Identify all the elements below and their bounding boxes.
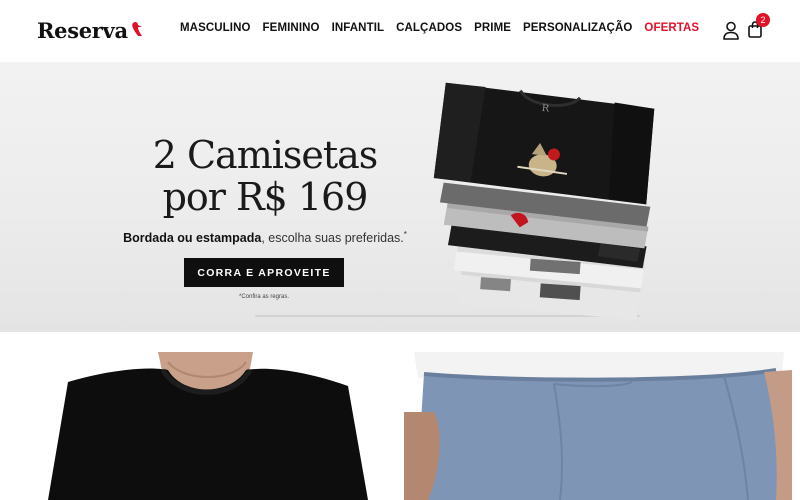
hero-title-line1: 2 Camisetas (152, 133, 379, 177)
tile-jeans-model[interactable] (404, 352, 792, 500)
nav-item-prime[interactable]: PRIME (474, 22, 511, 34)
nav-item-infantil[interactable]: INFANTIL (332, 22, 385, 34)
logo-text: Reserva (37, 17, 128, 43)
user-account-icon[interactable] (722, 21, 740, 40)
hero-banner[interactable]: 2 Camisetas por R$ 169 Bordada ou estamp… (0, 62, 800, 332)
jeans-model-image (404, 352, 792, 500)
main-nav: MASCULINO FEMININO INFANTIL CALÇADOS PRI… (180, 22, 699, 34)
pelican-icon (132, 21, 142, 36)
cart-count-badge: 2 (756, 13, 770, 27)
nav-item-calcados[interactable]: CALÇADOS (396, 22, 462, 34)
hero-subtitle-bold: Bordada ou estampada (123, 231, 262, 246)
tile-tshirt-model[interactable] (8, 352, 396, 500)
cart-button[interactable]: 2 (747, 13, 770, 40)
nav-item-ofertas[interactable]: OFERTAS (644, 22, 699, 34)
black-tshirt-model-image (8, 352, 396, 500)
hero-subtitle: Bordada ou estampada, escolha suas prefe… (90, 230, 440, 245)
cta-button[interactable]: CORRA E APROVEITE (184, 258, 344, 287)
hero-title-line2: por R$ 169 (162, 175, 369, 219)
hero-footnote: *Confira as regras. (238, 294, 290, 300)
nav-item-masculino[interactable]: MASCULINO (180, 22, 251, 34)
nav-item-personalizacao[interactable]: PERSONALIZAÇÃO (523, 22, 632, 34)
hero-subtitle-rest: , escolha suas preferidas. (261, 231, 404, 246)
site-header: Reserva MASCULINO FEMININO INFANTIL CALÇ… (0, 0, 800, 62)
folded-tshirts-stack-image: R (433, 82, 655, 321)
hero-subtitle-mark: * (403, 230, 407, 239)
nav-item-feminino[interactable]: FEMININO (263, 22, 320, 34)
hero-title: 2 Camisetas por R$ 169 (130, 134, 400, 218)
brand-logo[interactable]: Reserva (37, 17, 143, 43)
